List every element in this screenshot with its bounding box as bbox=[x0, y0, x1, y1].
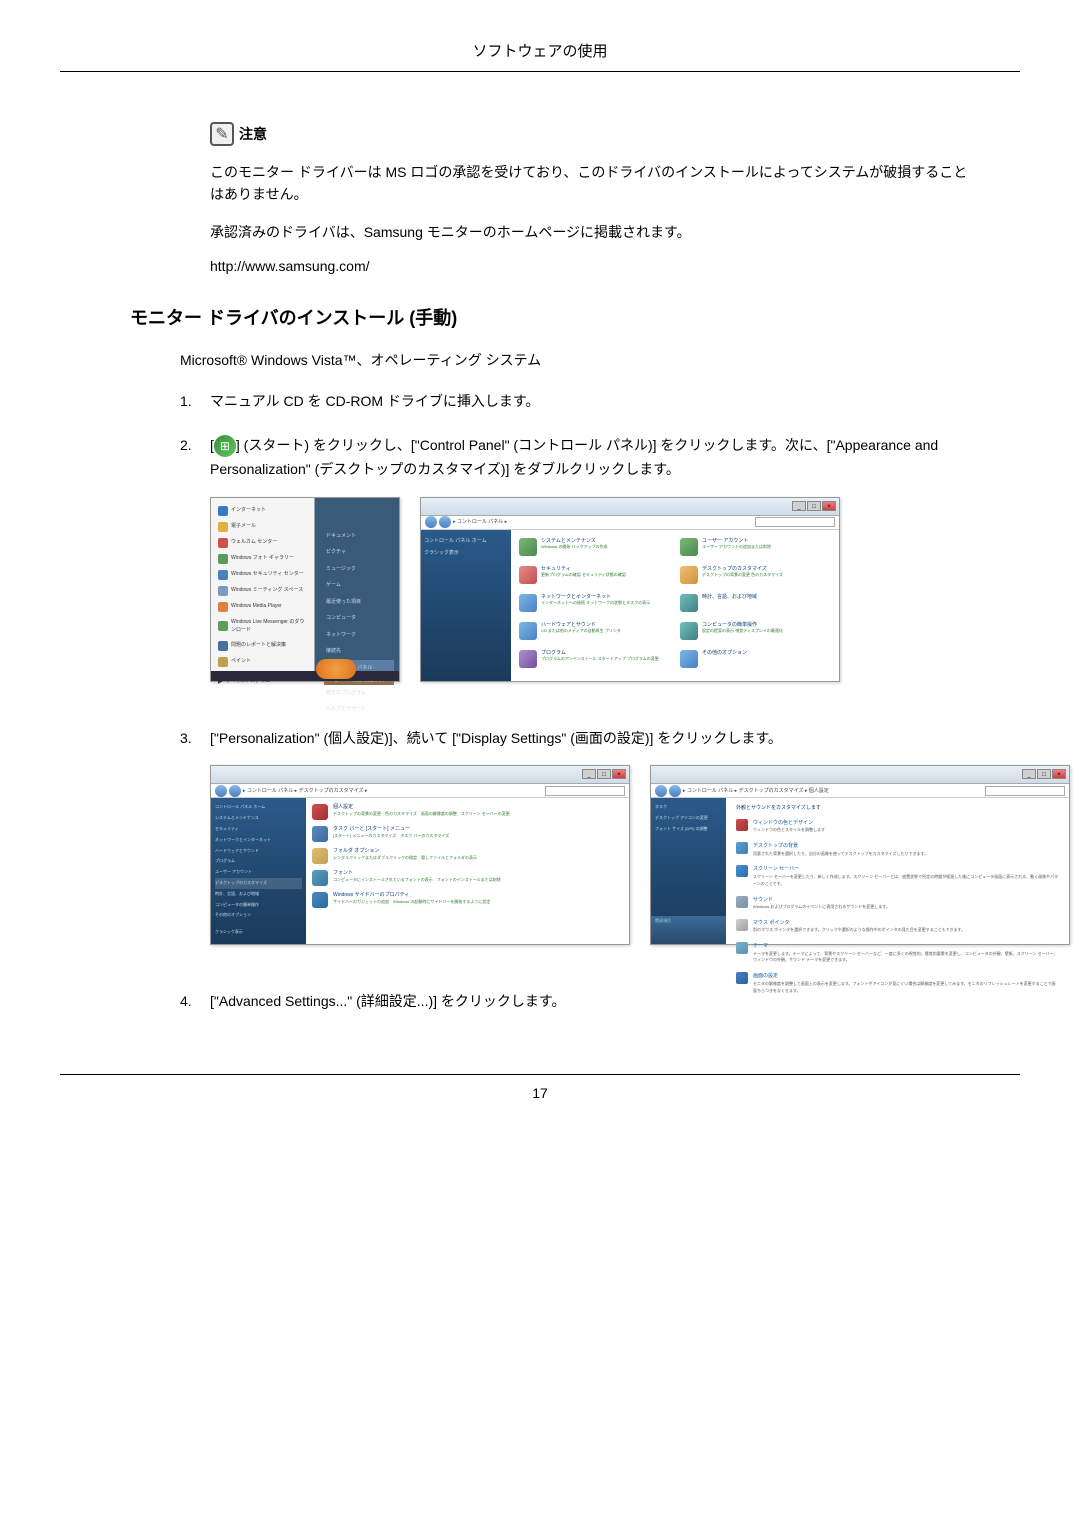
section-heading: モニター ドライバのインストール (手動) bbox=[130, 304, 970, 330]
step-number: 1. bbox=[180, 390, 210, 414]
step-text-b: ] (スタート) をクリックし、["Control Panel" (コントロール… bbox=[210, 437, 938, 477]
page-header: ソフトウェアの使用 bbox=[60, 40, 1020, 72]
start-menu-left-column: インターネット 電子メール ウェルカム センター Windows フォト ギャラ… bbox=[216, 503, 311, 658]
screenshot-appearance: _ □ × ▸ コントロール パネル ▸ デスクトップのカスタマイズ ▸ bbox=[210, 765, 630, 945]
back-icon bbox=[215, 785, 227, 797]
step-text: マニュアル CD を CD-ROM ドライブに挿入します。 bbox=[210, 390, 970, 414]
fonts-icon bbox=[312, 870, 328, 886]
screenshot-personalization: _ □ × ▸ コントロール パネル ▸ デスクトップのカスタマイズ ▸ 個人設… bbox=[650, 765, 1070, 945]
desktop-bg-icon bbox=[736, 842, 748, 854]
window-titlebar: _ □ × bbox=[421, 498, 839, 516]
sounds-icon bbox=[736, 896, 748, 908]
close-icon: × bbox=[822, 501, 836, 511]
step-text: ["Personalization" (個人設定)]、続いて ["Display… bbox=[210, 727, 1070, 971]
step-list: 1. マニュアル CD を CD-ROM ドライブに挿入します。 2. [] (… bbox=[210, 390, 970, 1014]
screenshot-row-1: インターネット 電子メール ウェルカム センター Windows フォト ギャラ… bbox=[210, 497, 970, 682]
maximize-icon: □ bbox=[1037, 769, 1051, 779]
search-icon bbox=[985, 786, 1065, 796]
search-icon bbox=[545, 786, 625, 796]
minimize-icon: _ bbox=[792, 501, 806, 511]
step-1: 1. マニュアル CD を CD-ROM ドライブに挿入します。 bbox=[210, 390, 970, 414]
control-panel-main: システムとメンテナンスWindows の開始 バックアップの作成 ユーザー アカ… bbox=[511, 530, 839, 681]
note-label: 注意 bbox=[239, 124, 267, 144]
start-button bbox=[316, 659, 356, 679]
programs-icon bbox=[519, 650, 537, 668]
note-block: ✎ 注意 このモニター ドライバーは MS ロゴの承認を受けており、このドライバ… bbox=[210, 122, 970, 274]
window-titlebar: _ □ × bbox=[651, 766, 1069, 784]
folder-icon bbox=[312, 848, 328, 864]
clock-icon bbox=[680, 594, 698, 612]
personalization-main: 外観とサウンドをカスタマイズします ウィンドウの色とデザインウィンドウの色とスタ… bbox=[726, 798, 1069, 944]
mouse-icon bbox=[736, 919, 748, 931]
sidebar-icon bbox=[312, 892, 328, 908]
step-number: 4. bbox=[180, 990, 210, 1014]
search-icon bbox=[755, 517, 835, 527]
close-icon: × bbox=[1052, 769, 1066, 779]
step-number: 3. bbox=[180, 727, 210, 971]
taskbar bbox=[211, 671, 399, 681]
address-bar: ▸ コントロール パネル ▸ デスクトップのカスタマイズ ▸ bbox=[211, 784, 629, 798]
appearance-sidebar: コントロール パネル ホーム システムとメンテナンス セキュリティ ネットワーク… bbox=[211, 798, 306, 944]
hardware-icon bbox=[519, 622, 537, 640]
step-2: 2. [] (スタート) をクリックし、["Control Panel" (コン… bbox=[210, 434, 970, 707]
ease-icon bbox=[680, 622, 698, 640]
screenshot-start-menu: インターネット 電子メール ウェルカム センター Windows フォト ギャラ… bbox=[210, 497, 400, 682]
screenshot-row-2: _ □ × ▸ コントロール パネル ▸ デスクトップのカスタマイズ ▸ bbox=[210, 765, 1070, 945]
note-header: ✎ 注意 bbox=[210, 122, 970, 146]
appearance-main: 個人設定デスクトップの背景の変更 色のカスタマイズ 画面の解像度の調整 スクリー… bbox=[306, 798, 629, 944]
forward-icon bbox=[229, 785, 241, 797]
network-icon bbox=[519, 594, 537, 612]
other-icon bbox=[680, 650, 698, 668]
minimize-icon: _ bbox=[1022, 769, 1036, 779]
page-number: 17 bbox=[60, 1074, 1020, 1101]
user-icon bbox=[680, 538, 698, 556]
appearance-icon bbox=[680, 566, 698, 584]
section-intro: Microsoft® Windows Vista™、オペレーティング システム bbox=[180, 350, 970, 370]
display-settings-icon bbox=[736, 972, 748, 984]
address-bar: ▸ コントロール パネル ▸ bbox=[421, 516, 839, 530]
note-text-1: このモニター ドライバーは MS ロゴの承認を受けており、このドライバのインスト… bbox=[210, 161, 970, 206]
taskbar-icon bbox=[312, 826, 328, 842]
note-text-2: 承認済みのドライバは、Samsung モニターのホームページに掲載されます。 bbox=[210, 221, 970, 243]
windows-start-icon bbox=[214, 435, 236, 457]
note-url: http://www.samsung.com/ bbox=[210, 258, 970, 274]
security-icon bbox=[519, 566, 537, 584]
control-panel-sidebar: コントロール パネル ホーム クラシック表示 bbox=[421, 530, 511, 681]
step-3: 3. ["Personalization" (個人設定)]、続いて ["Disp… bbox=[210, 727, 970, 971]
system-icon bbox=[519, 538, 537, 556]
note-icon: ✎ bbox=[210, 122, 234, 146]
minimize-icon: _ bbox=[582, 769, 596, 779]
theme-icon bbox=[736, 942, 748, 954]
address-bar: ▸ コントロール パネル ▸ デスクトップのカスタマイズ ▸ 個人設定 bbox=[651, 784, 1069, 798]
step-number: 2. bbox=[180, 434, 210, 707]
back-icon bbox=[655, 785, 667, 797]
forward-icon bbox=[669, 785, 681, 797]
maximize-icon: □ bbox=[807, 501, 821, 511]
start-menu-right-column: ドキュメント ピクチャ ミュージック ゲーム 最近使った項目 コンピュータ ネッ… bbox=[324, 528, 394, 718]
related-items: 関連項目 bbox=[651, 916, 726, 944]
window-color-icon bbox=[736, 819, 748, 831]
back-icon bbox=[425, 516, 437, 528]
maximize-icon: □ bbox=[597, 769, 611, 779]
screenshot-control-panel: _ □ × ▸ コントロール パネル ▸ コントロール bbox=[420, 497, 840, 682]
screensaver-icon bbox=[736, 865, 748, 877]
content-area: ✎ 注意 このモニター ドライバーは MS ロゴの承認を受けており、このドライバ… bbox=[60, 122, 1020, 1014]
personalization-icon bbox=[312, 804, 328, 820]
close-icon: × bbox=[612, 769, 626, 779]
step-text: [] (スタート) をクリックし、["Control Panel" (コントロー… bbox=[210, 434, 970, 707]
forward-icon bbox=[439, 516, 451, 528]
window-titlebar: _ □ × bbox=[211, 766, 629, 784]
